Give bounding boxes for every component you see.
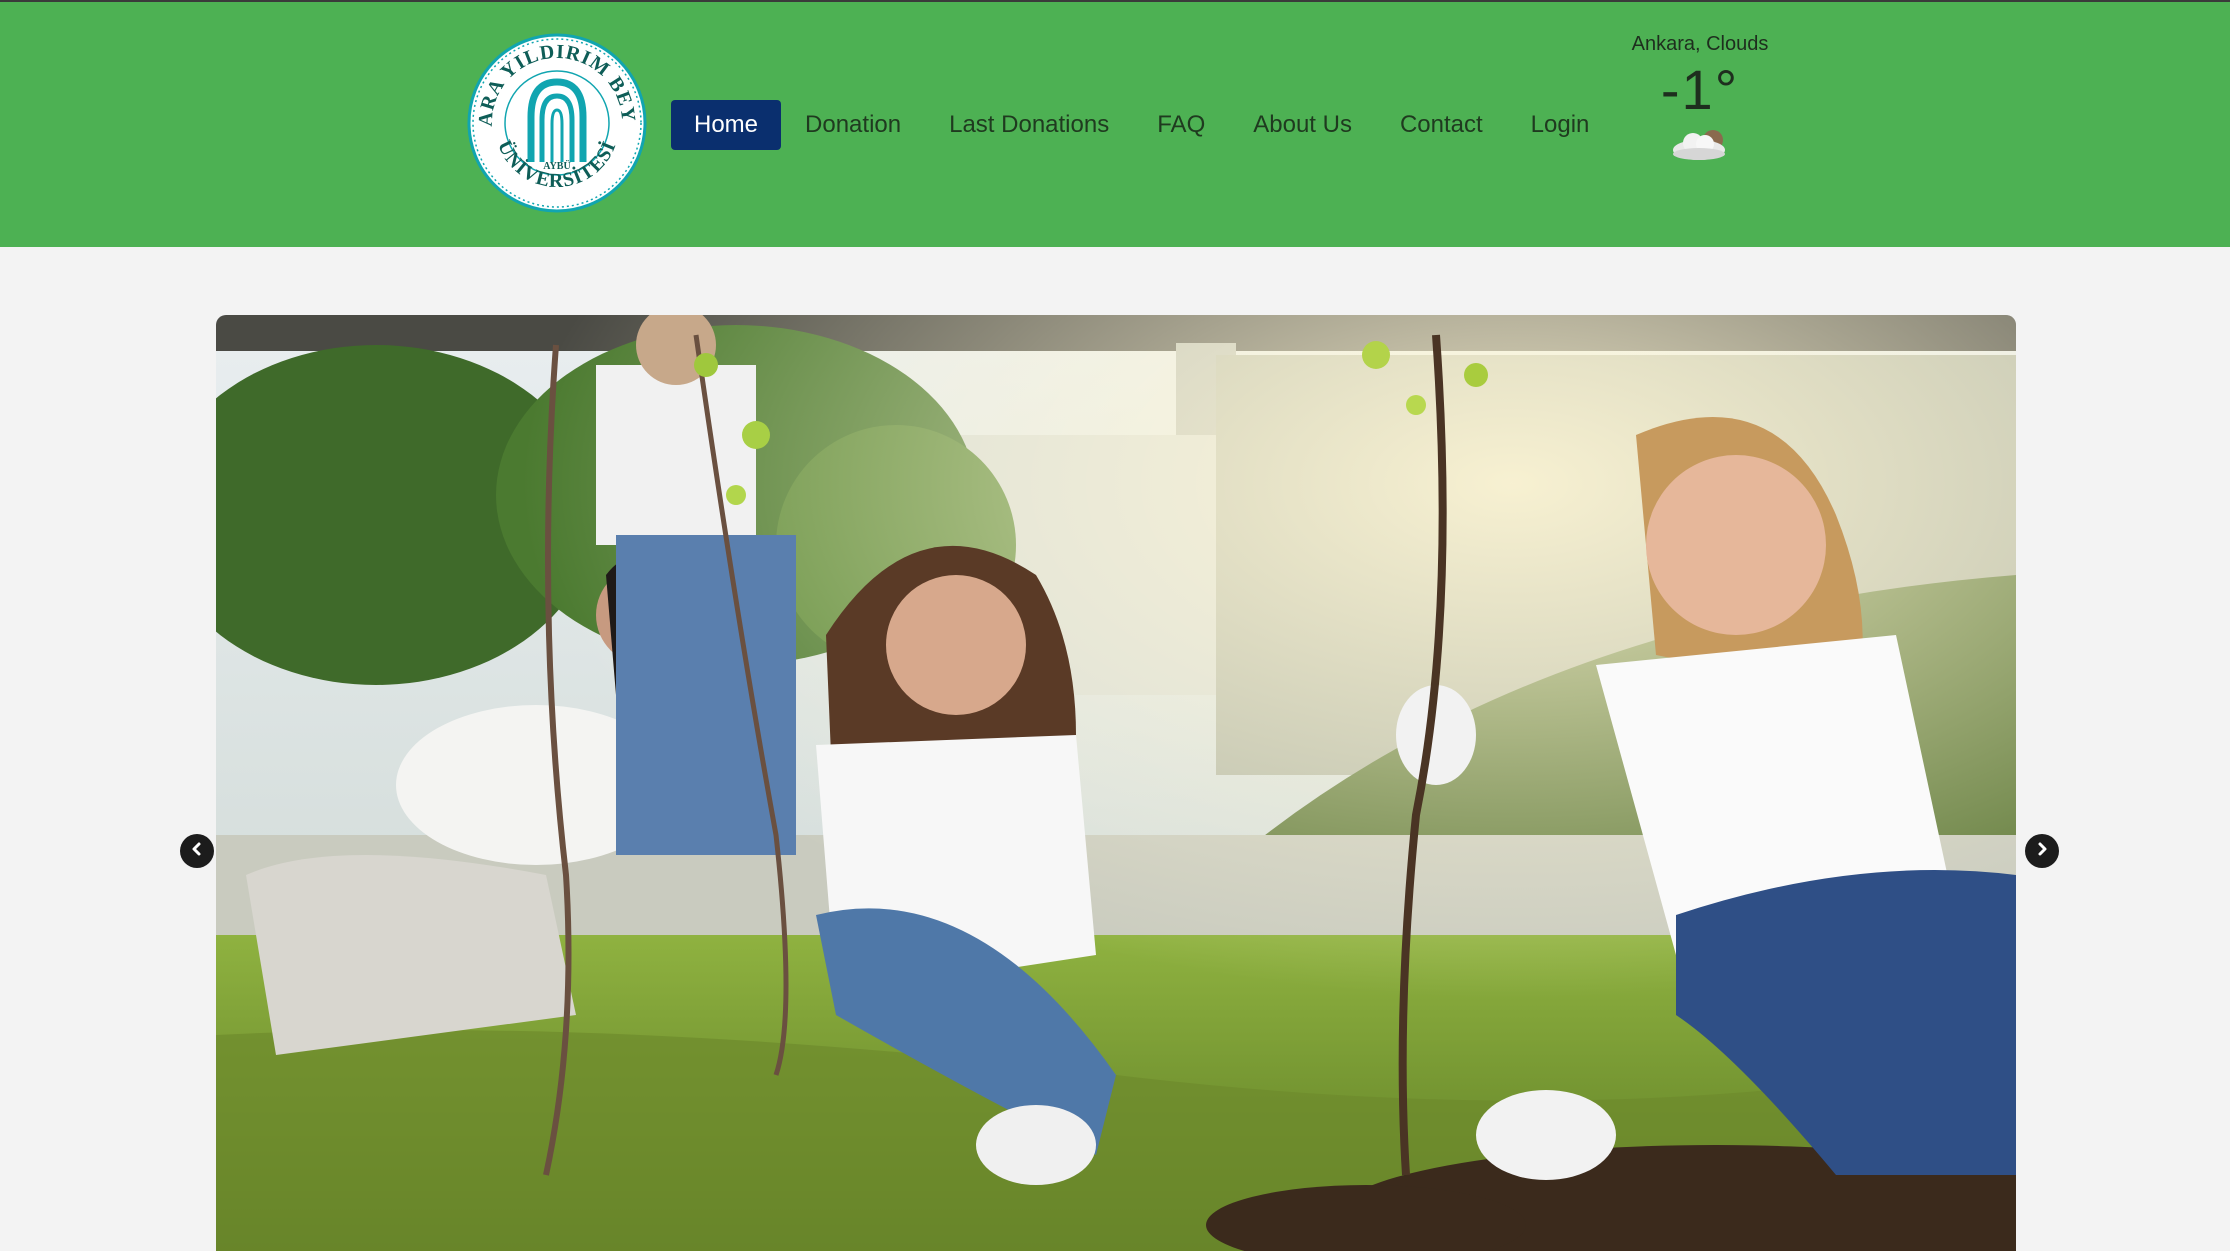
nav-item-donation[interactable]: Donation: [781, 100, 925, 150]
cloudy-icon: [1669, 126, 1731, 167]
nav-item-last-donations[interactable]: Last Donations: [925, 100, 1133, 150]
tree-planting-photo: [216, 315, 2016, 1251]
carousel-prev-button[interactable]: [180, 834, 214, 868]
weather-location: Ankara, Clouds: [1631, 33, 1769, 55]
nav-item-home[interactable]: Home: [671, 100, 782, 150]
chevron-right-icon: [2034, 841, 2050, 862]
hero-carousel[interactable]: [216, 315, 2016, 1251]
nav-item-contact[interactable]: Contact: [1376, 100, 1507, 150]
svg-text:AYBÜ: AYBÜ: [543, 159, 570, 172]
university-logo[interactable]: ANKARA YILDIRIM BEYAZIT ÜNİVERSİTESİ AYB…: [466, 32, 648, 214]
carousel-next-button[interactable]: [2025, 834, 2059, 868]
nav-item-faq[interactable]: FAQ: [1133, 100, 1229, 150]
nav-item-about-us[interactable]: About Us: [1229, 100, 1376, 150]
weather-widget: Ankara, Clouds -1°: [1590, 30, 1810, 167]
main-nav: Home Donation Last Donations FAQ About Us Con…: [671, 100, 1613, 150]
weather-temperature: -1°: [1660, 58, 1740, 121]
site-header: ANKARA YILDIRIM BEYAZIT ÜNİVERSİTESİ AYB…: [0, 0, 2230, 247]
chevron-left-icon: [189, 841, 205, 862]
